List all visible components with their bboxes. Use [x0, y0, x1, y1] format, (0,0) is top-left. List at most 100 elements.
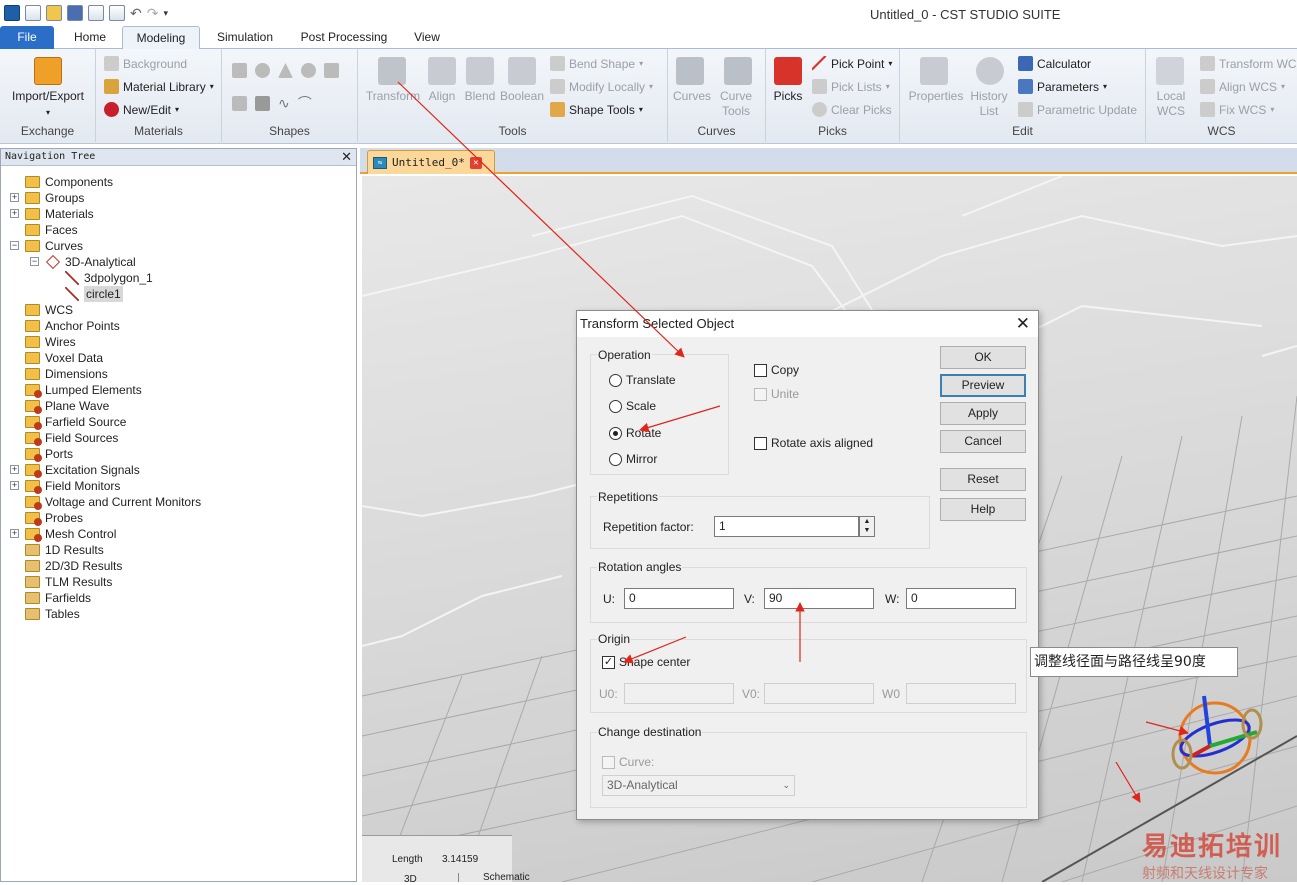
- tree-expander-icon[interactable]: +: [10, 209, 19, 218]
- tree-item[interactable]: WCS: [25, 302, 73, 318]
- loft-icon[interactable]: ⌒: [298, 93, 312, 113]
- close-icon[interactable]: ✕: [341, 149, 352, 165]
- boolean-button[interactable]: Boolean: [498, 89, 546, 104]
- picks-button[interactable]: Picks: [768, 89, 808, 104]
- transform-button[interactable]: Transform: [362, 89, 424, 104]
- tab-schematic[interactable]: Schematic: [458, 873, 658, 883]
- tree-item[interactable]: 2D/3D Results: [25, 558, 122, 574]
- blend-button[interactable]: Blend: [460, 89, 500, 104]
- tree-item[interactable]: Field Sources: [25, 430, 118, 446]
- parametric-update-button[interactable]: Parametric Update: [1018, 102, 1137, 117]
- tree-item[interactable]: Farfield Source: [25, 414, 126, 430]
- extrude-icon[interactable]: [232, 95, 247, 111]
- wcs-gizmo[interactable]: [1171, 695, 1263, 775]
- cone-icon[interactable]: [278, 63, 293, 78]
- modify-locally-button[interactable]: Modify Locally ▾: [550, 79, 653, 94]
- ok-button[interactable]: OK: [940, 346, 1026, 369]
- tree-item[interactable]: Voltage and Current Monitors: [25, 494, 201, 510]
- tree-item[interactable]: Farfields: [25, 590, 91, 606]
- tree-item[interactable]: Materials: [25, 206, 94, 222]
- pick-lists-button[interactable]: Pick Lists ▾: [812, 79, 890, 94]
- repetition-spinner[interactable]: ▲ ▼: [859, 516, 875, 537]
- tree-item[interactable]: Lumped Elements: [25, 382, 142, 398]
- tree-item[interactable]: Anchor Points: [25, 318, 120, 334]
- tree-item[interactable]: Ports: [25, 446, 73, 462]
- u0-input[interactable]: [624, 683, 734, 704]
- new-file-icon[interactable]: [25, 5, 41, 21]
- save-all-icon[interactable]: [88, 5, 104, 21]
- clear-picks-button[interactable]: Clear Picks: [812, 102, 892, 117]
- u-angle-input[interactable]: 0: [624, 588, 734, 609]
- tree-item[interactable]: Wires: [25, 334, 76, 350]
- tree-item[interactable]: Dimensions: [25, 366, 108, 382]
- calculator-button[interactable]: Calculator: [1018, 56, 1091, 71]
- tree-item[interactable]: 3D-Analytical: [45, 254, 136, 270]
- tree-expander-icon[interactable]: −: [30, 257, 39, 266]
- customize-toolbar-icon[interactable]: ▾: [163, 8, 168, 19]
- background-button[interactable]: Background: [104, 56, 187, 71]
- redo-icon[interactable]: ↷: [147, 5, 159, 22]
- rotate-axis-aligned-checkbox[interactable]: Rotate axis aligned: [754, 436, 873, 450]
- tree-item[interactable]: Plane Wave: [25, 398, 109, 414]
- local-wcs-button-line2[interactable]: WCS: [1148, 104, 1194, 119]
- local-wcs-button-line1[interactable]: Local: [1148, 89, 1194, 104]
- history-list-button-line2[interactable]: List: [966, 104, 1012, 119]
- print-icon[interactable]: [109, 5, 125, 21]
- open-folder-icon[interactable]: [46, 5, 62, 21]
- radio-rotate[interactable]: Rotate: [609, 426, 661, 440]
- align-button[interactable]: Align: [422, 89, 462, 104]
- import-export-button[interactable]: Import/Export: [4, 89, 92, 104]
- w-angle-input[interactable]: 0: [906, 588, 1016, 609]
- apply-button[interactable]: Apply: [940, 402, 1026, 425]
- pick-point-button[interactable]: Pick Point ▾: [812, 56, 892, 71]
- curve-select[interactable]: 3D-Analytical ⌄: [602, 775, 795, 796]
- align-wcs-button[interactable]: Align WCS ▾: [1200, 79, 1285, 94]
- tab-home[interactable]: Home: [62, 26, 118, 49]
- material-library-button[interactable]: Material Library ▾: [104, 79, 214, 94]
- v0-input[interactable]: [764, 683, 874, 704]
- transform-wcs-button[interactable]: Transform WCS: [1200, 56, 1297, 71]
- torus-icon[interactable]: [301, 63, 316, 78]
- reset-button[interactable]: Reset: [940, 468, 1026, 491]
- tree-item[interactable]: Mesh Control: [25, 526, 116, 542]
- tree-expander-icon[interactable]: +: [10, 465, 19, 474]
- properties-button[interactable]: Properties: [904, 89, 968, 104]
- tab-file[interactable]: File: [0, 26, 54, 49]
- save-icon[interactable]: [67, 5, 83, 21]
- radio-scale[interactable]: Scale: [609, 399, 656, 413]
- v-angle-input[interactable]: 90: [764, 588, 874, 609]
- tab-3d[interactable]: 3D: [404, 874, 417, 885]
- cylinder-icon[interactable]: [324, 63, 339, 78]
- spin-down-icon[interactable]: ▼: [860, 526, 874, 535]
- unite-checkbox[interactable]: Unite: [754, 387, 799, 401]
- fix-wcs-button[interactable]: Fix WCS ▾: [1200, 102, 1274, 117]
- new-edit-button[interactable]: New/Edit ▾: [104, 102, 179, 117]
- w0-input[interactable]: [906, 683, 1016, 704]
- curves-button[interactable]: Curves: [670, 89, 714, 104]
- undo-icon[interactable]: ↶: [130, 5, 142, 22]
- tree-item[interactable]: Faces: [25, 222, 78, 238]
- radio-translate[interactable]: Translate: [609, 373, 676, 387]
- tree-item[interactable]: TLM Results: [25, 574, 112, 590]
- app-icon[interactable]: [4, 5, 20, 21]
- tree-item[interactable]: Field Monitors: [25, 478, 120, 494]
- curve-tools-button-line2[interactable]: Tools: [714, 104, 758, 119]
- tree-item[interactable]: Voxel Data: [25, 350, 103, 366]
- shape-center-checkbox[interactable]: ✓ Shape center: [602, 655, 690, 669]
- bend-shape-button[interactable]: Bend Shape ▾: [550, 56, 643, 71]
- repetition-factor-input[interactable]: 1: [714, 516, 859, 537]
- preview-button[interactable]: Preview: [940, 374, 1026, 397]
- brick-icon[interactable]: [232, 63, 247, 78]
- tree-expander-icon[interactable]: +: [10, 481, 19, 490]
- tree-expander-icon[interactable]: −: [10, 241, 19, 250]
- tree-expander-icon[interactable]: +: [10, 193, 19, 202]
- curve-checkbox[interactable]: Curve:: [602, 755, 654, 769]
- curve-tools-button-line1[interactable]: Curve: [714, 89, 758, 104]
- close-icon[interactable]: ✕: [1016, 311, 1030, 337]
- tree-item[interactable]: Curves: [25, 238, 83, 254]
- tab-untitled-document[interactable]: ≈ Untitled_0* ✕: [367, 150, 495, 174]
- sphere-icon[interactable]: [255, 63, 270, 78]
- tab-modeling[interactable]: Modeling: [122, 26, 200, 50]
- cancel-button[interactable]: Cancel: [940, 430, 1026, 453]
- history-list-button-line1[interactable]: History: [966, 89, 1012, 104]
